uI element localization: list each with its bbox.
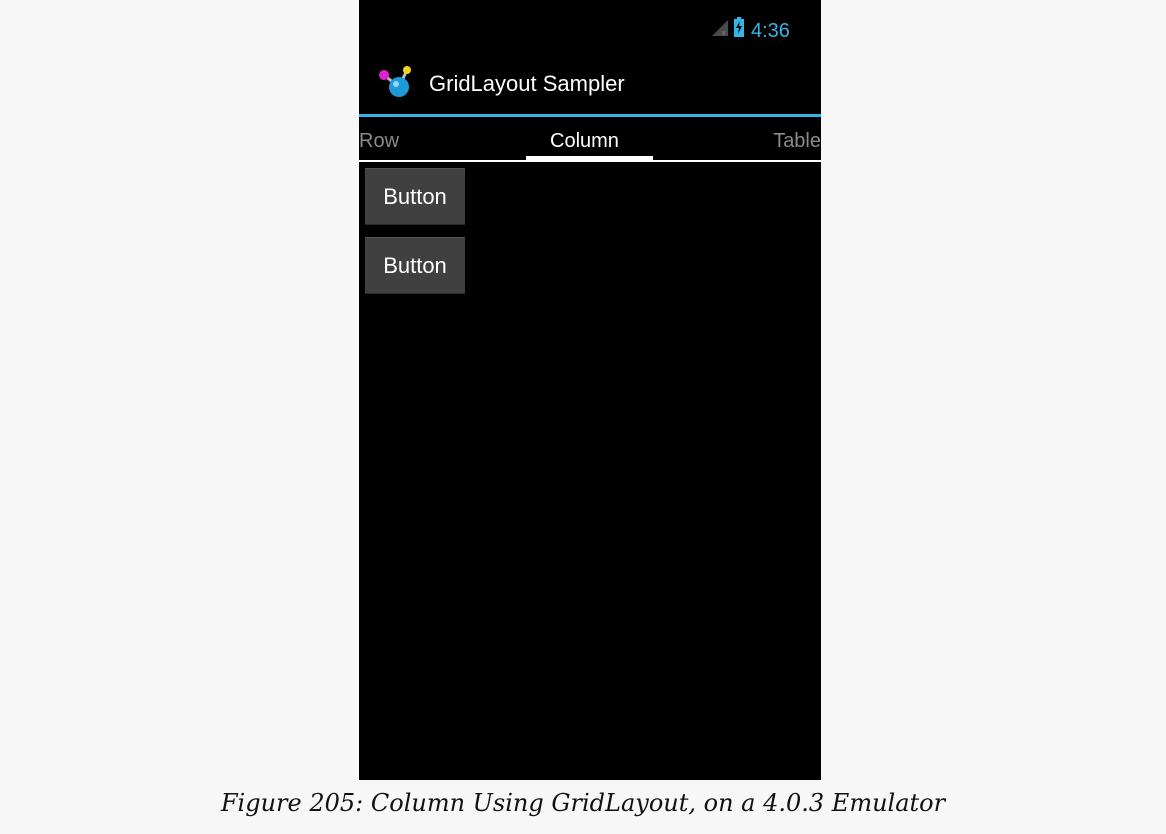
status-clock: 4:36: [751, 20, 790, 42]
battery-charging-icon: [734, 17, 744, 37]
tab-table[interactable]: Table: [773, 128, 821, 154]
grid-content: Button Button: [359, 162, 821, 780]
second-button[interactable]: Button: [365, 237, 465, 294]
figure-caption: Figure 205: Column Using GridLayout, on …: [220, 789, 946, 817]
svg-text:x: x: [722, 30, 726, 36]
status-bar: x 4:36: [359, 0, 821, 50]
tab-column[interactable]: Column: [550, 128, 619, 154]
gridlayout-molecule-icon[interactable]: [377, 66, 421, 100]
app-title: GridLayout Sampler: [429, 71, 625, 96]
emulator-screen: x 4:36 GridLayout Sampler Row Column Tab…: [359, 0, 821, 780]
signal-icon: x: [712, 20, 728, 36]
tab-row[interactable]: Row: [359, 128, 399, 154]
first-button[interactable]: Button: [365, 168, 465, 225]
